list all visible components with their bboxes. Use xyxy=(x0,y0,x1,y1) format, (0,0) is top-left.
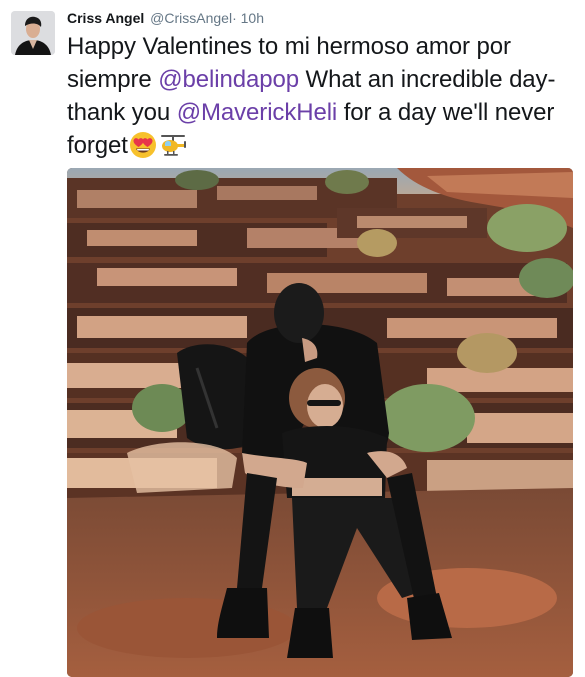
tweet-text: Happy Valentines to mi hermoso amor por … xyxy=(67,30,572,162)
helicopter-icon xyxy=(158,131,188,159)
mention-link[interactable]: @MaverickHeli xyxy=(177,99,338,126)
mention-link[interactable]: @belindapop xyxy=(158,66,299,93)
tweet-card: Criss Angel @CrissAngel· 10h Happy Valen… xyxy=(0,0,585,677)
avatar[interactable] xyxy=(11,11,55,55)
author-name[interactable]: Criss Angel xyxy=(67,10,144,26)
author-handle[interactable]: @CrissAngel xyxy=(150,10,232,26)
meta-separator: · xyxy=(232,10,237,26)
tweet-photo[interactable] xyxy=(67,168,573,677)
tweet-timestamp[interactable]: 10h xyxy=(241,10,264,26)
heart-eyes-face-icon xyxy=(128,131,158,159)
tweet-header: Criss Angel @CrissAngel· 10h xyxy=(67,9,264,27)
